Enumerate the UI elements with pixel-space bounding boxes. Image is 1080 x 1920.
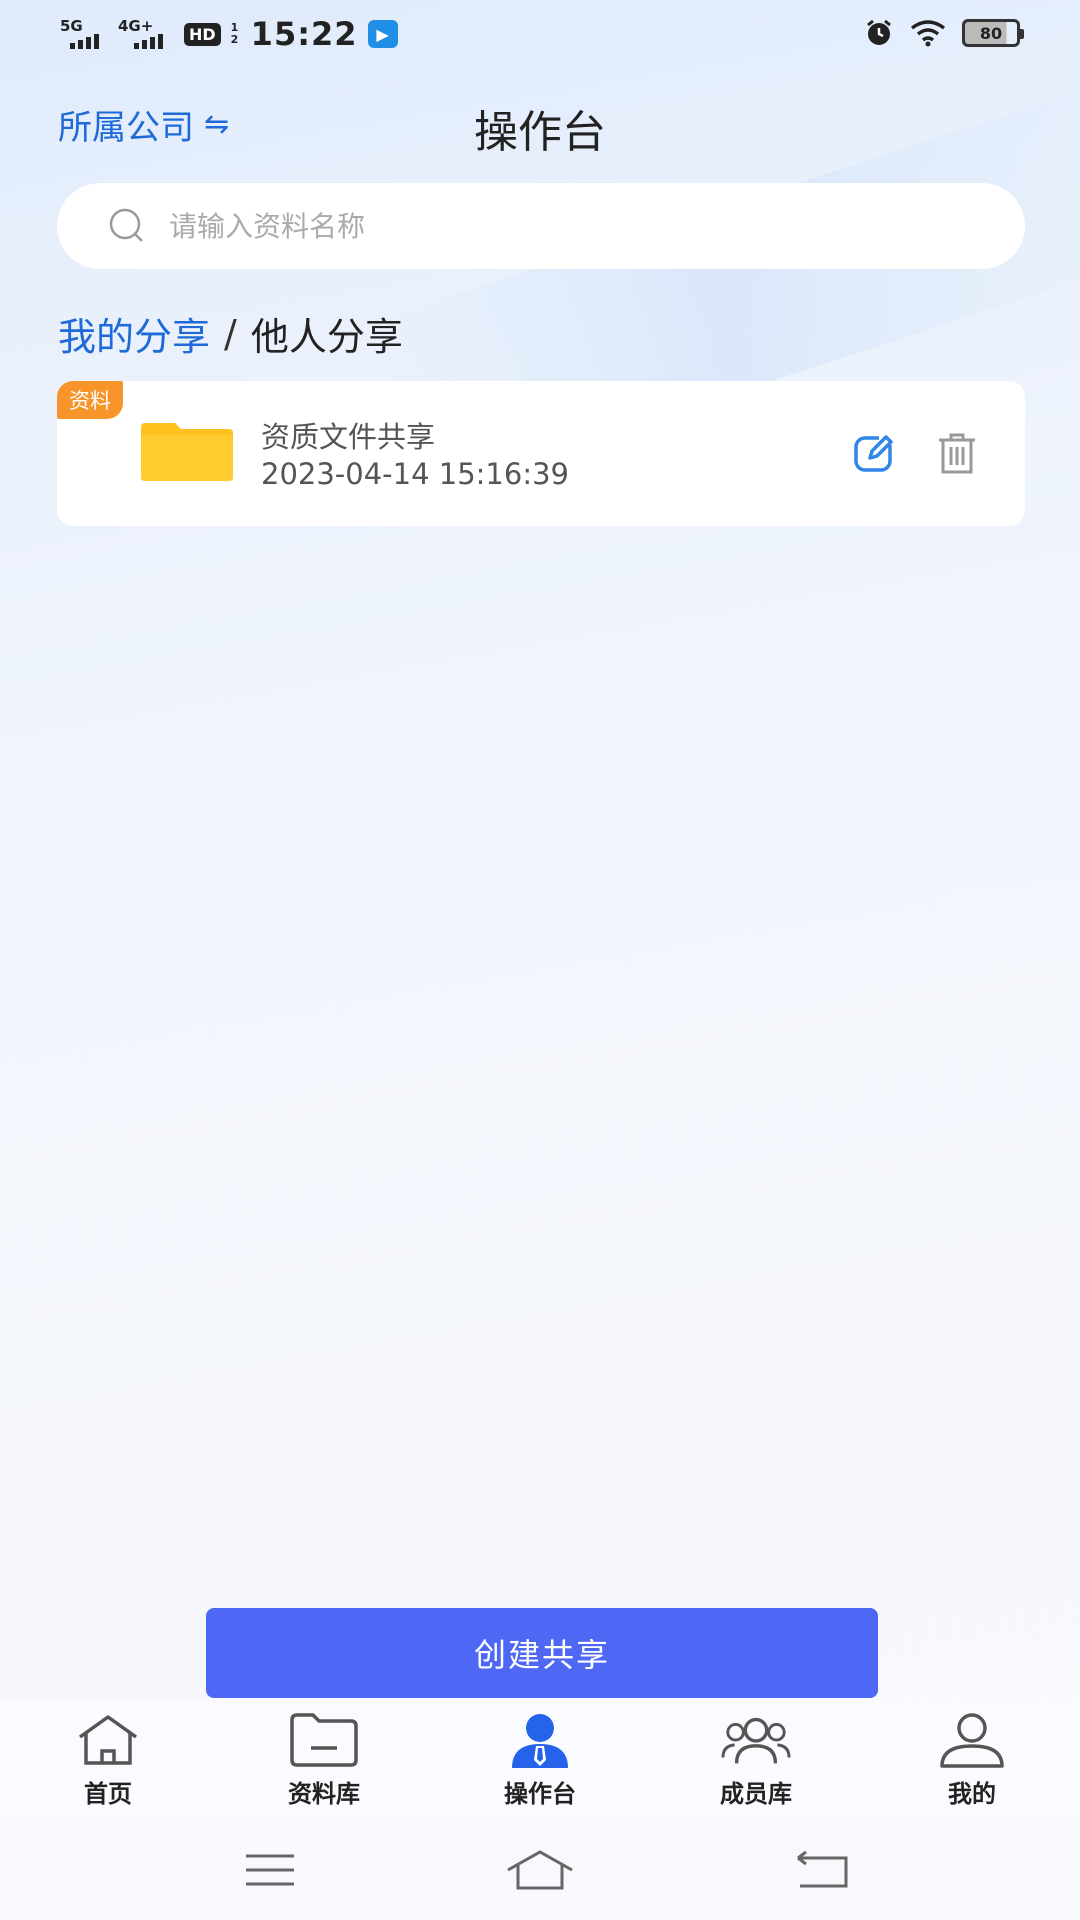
- search-icon: [109, 208, 143, 242]
- search-input[interactable]: [169, 209, 969, 243]
- page-title: 操作台: [474, 107, 606, 158]
- tab-separator: /: [224, 311, 237, 356]
- system-nav-bar: [0, 1818, 1080, 1920]
- create-share-button[interactable]: 创建共享: [206, 1608, 878, 1698]
- status-bar: 5G 4G+ HD 1 2 15:22 ▶ 80: [0, 0, 1080, 66]
- tab-console[interactable]: 操作台: [432, 1698, 648, 1818]
- hd-sub-label: 1 2: [230, 21, 239, 46]
- app-notification-icon: ▶: [367, 20, 398, 48]
- search-bar[interactable]: [57, 183, 1025, 269]
- tab-my-shares[interactable]: 我的分享: [58, 306, 210, 361]
- menu-icon[interactable]: [230, 1848, 310, 1892]
- hd-icon: HD: [184, 22, 221, 46]
- home-nav-icon[interactable]: [500, 1848, 580, 1892]
- tab-members[interactable]: 成员库: [648, 1698, 864, 1818]
- network-label-1: 5G: [60, 17, 83, 35]
- folder-icon: [290, 1713, 358, 1767]
- back-icon[interactable]: [782, 1848, 862, 1892]
- wifi-icon: [910, 20, 946, 47]
- tab-console-label: 操作台: [504, 1780, 576, 1808]
- signal-5g-icon: 5G: [60, 17, 108, 51]
- tab-others-shares[interactable]: 他人分享: [251, 306, 403, 361]
- tab-members-label: 成员库: [720, 1780, 792, 1808]
- alarm-icon: [867, 19, 891, 45]
- profile-icon: [940, 1713, 1004, 1768]
- battery-icon: 80: [962, 19, 1024, 47]
- folder-icon: [141, 423, 233, 481]
- status-time: 15:22: [250, 15, 358, 53]
- user-tie-icon: [512, 1714, 568, 1768]
- type-badge: 资料: [57, 381, 123, 419]
- network-label-2: 4G+: [118, 17, 154, 35]
- tab-home[interactable]: 首页: [0, 1698, 216, 1818]
- tab-library[interactable]: 资料库: [216, 1698, 432, 1818]
- delete-icon[interactable]: [937, 431, 977, 475]
- home-icon: [78, 1715, 138, 1765]
- tab-home-label: 首页: [84, 1780, 132, 1808]
- group-icon: [721, 1717, 791, 1764]
- share-tabs: 我的分享 / 他人分享: [58, 306, 403, 361]
- tab-mine-label: 我的: [948, 1780, 996, 1808]
- battery-level: 80: [979, 23, 1003, 43]
- tab-library-label: 资料库: [288, 1780, 360, 1808]
- tab-mine[interactable]: 我的: [864, 1698, 1080, 1818]
- share-name: 资质文件共享: [261, 420, 436, 454]
- share-time: 2023-04-14 15:16:39: [261, 457, 569, 491]
- signal-4g-icon: 4G+: [118, 17, 174, 51]
- share-card[interactable]: 资料 资质文件共享 2023-04-14 15:16:39: [57, 381, 1025, 526]
- edit-icon[interactable]: [853, 431, 897, 475]
- bottom-tab-bar: 首页 资料库 操作台 成员库 我的: [0, 1698, 1080, 1818]
